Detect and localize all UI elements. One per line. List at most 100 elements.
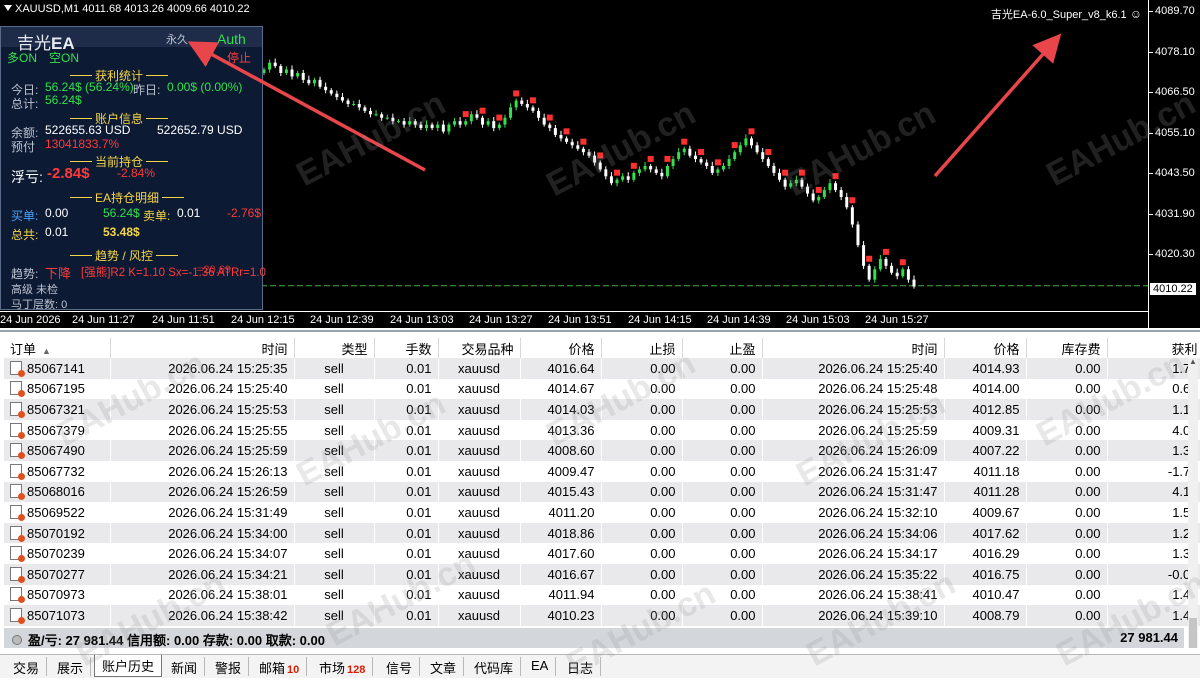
table-cell: 0.67 — [1107, 378, 1200, 400]
column-header[interactable]: 获利 — [1107, 338, 1200, 358]
tab-label: 市场 — [319, 661, 346, 676]
stop-button[interactable]: 停止 — [227, 49, 251, 66]
tab-8[interactable]: 文章 — [423, 657, 465, 676]
column-header[interactable]: 手数 — [374, 338, 439, 358]
price-chart[interactable]: XAUUSD,M1 4011.68 4013.26 4009.66 4010.2… — [0, 0, 1200, 328]
short-on-toggle[interactable]: 空ON — [49, 49, 79, 66]
table-cell: 0.00 — [1026, 605, 1108, 626]
table-row[interactable]: 85067490 2026.06.24 15:25:59 sell 0.01 xauus… — [4, 440, 1200, 461]
tab-6[interactable]: 市场 128 — [312, 657, 374, 676]
tab-0[interactable]: 交易 — [6, 657, 48, 676]
x-tick: 24 Jun 11:27 — [72, 314, 135, 326]
cell-value: 0.00 — [650, 484, 676, 500]
trend-label: 趋势: — [11, 267, 39, 281]
tab-9[interactable]: 代码库 — [467, 657, 522, 676]
tab-10[interactable]: EA — [524, 657, 557, 676]
candle-body — [486, 121, 490, 125]
candle-body — [268, 62, 272, 70]
table-row[interactable]: 85070239 2026.06.24 15:34:07 sell 0.01 xauus… — [4, 543, 1200, 564]
tab-3[interactable]: 新闻 — [164, 657, 206, 676]
table-cell: 2026.06.24 15:25:35 — [110, 358, 295, 379]
candle-body — [839, 190, 843, 197]
table-cell: 2026.06.24 15:25:53 — [762, 399, 945, 420]
cell-value: 0.00 — [1075, 401, 1101, 417]
cell-value: 2026.06.24 15:34:17 — [818, 546, 938, 562]
table-row[interactable]: 85070192 2026.06.24 15:34:00 sell 0.01 xauus… — [4, 522, 1200, 544]
tab-5[interactable]: 邮箱 10 — [252, 657, 308, 676]
tab-2[interactable]: 账户历史 — [94, 655, 163, 677]
table-cell: 4009.67 — [944, 502, 1027, 523]
candle-body — [296, 72, 300, 77]
column-header[interactable]: 时间 — [762, 338, 945, 358]
table-cell: 0.00 — [601, 440, 683, 461]
table-row[interactable]: 85068016 2026.06.24 15:26:59 sell 0.01 xauus… — [4, 481, 1200, 503]
cell-value: 2026.06.24 15:31:47 — [818, 484, 938, 500]
scroll-thumb[interactable] — [1189, 618, 1197, 648]
table-cell: 2026.06.24 15:32:10 — [762, 502, 945, 523]
candle-body — [475, 114, 479, 118]
table-cell: sell — [294, 563, 375, 585]
tab-11[interactable]: 日志 — [560, 657, 602, 676]
cell-value: 85067379 — [27, 422, 85, 438]
table-cell: 1.38 — [1107, 440, 1200, 461]
cell-value: 0.00 — [650, 463, 676, 479]
column-header[interactable]: 订单 ▲ — [4, 338, 111, 358]
tab-1[interactable]: 展示 — [50, 657, 92, 676]
tab-label: 文章 — [430, 661, 457, 676]
cell-value: 0.00 — [1075, 587, 1101, 603]
cell-value: 4016.29 — [972, 546, 1020, 562]
cell-value: 2026.06.24 15:34:00 — [168, 525, 288, 541]
table-cell: 0.00 — [601, 584, 683, 606]
tab-label: 展示 — [57, 661, 84, 676]
tab-label: EA — [531, 658, 549, 673]
table-row[interactable]: 85071073 2026.06.24 15:38:42 sell 0.01 xauus… — [4, 605, 1200, 626]
cell-value: 2026.06.24 15:26:13 — [168, 463, 288, 479]
table-cell: sell — [294, 543, 375, 564]
column-header[interactable]: 类型 — [294, 338, 375, 358]
cell-value: 2026.06.24 15:26:09 — [818, 443, 938, 459]
table-cell: 0.00 — [601, 522, 683, 544]
tab-count-badge: 128 — [347, 664, 366, 676]
smiley-icon[interactable]: ☺ — [1130, 7, 1142, 21]
candle-body — [850, 207, 854, 225]
tab-7[interactable]: 信号 — [379, 657, 421, 676]
column-header-label: 止盈 — [729, 341, 756, 357]
tab-4[interactable]: 警报 — [208, 657, 250, 676]
column-header[interactable]: 交易品种 — [438, 338, 521, 358]
table-cell: 1.24 — [1107, 522, 1200, 544]
column-header[interactable]: 止损 — [601, 338, 683, 358]
table-row[interactable]: 85067379 2026.06.24 15:25:55 sell 0.01 xauus… — [4, 419, 1200, 441]
history-table: 订单 ▲ 时间 类型 手数 交易品种 价格 止损 止盈 时间 价格 库存费 获利 85067141 202… — [4, 338, 1200, 626]
table-cell: 4016.29 — [944, 543, 1027, 564]
candle-body — [497, 124, 501, 129]
candle-body — [800, 179, 804, 187]
candle-body — [755, 145, 759, 153]
column-header[interactable]: 价格 — [944, 338, 1027, 358]
table-row[interactable]: 85067195 2026.06.24 15:25:40 sell 0.01 xauus… — [4, 378, 1200, 400]
column-header[interactable]: 价格 — [520, 338, 602, 358]
table-row[interactable]: 85070973 2026.06.24 15:38:01 sell 0.01 xauus… — [4, 584, 1200, 606]
table-row[interactable]: 85067732 2026.06.24 15:26:13 sell 0.01 xauus… — [4, 460, 1200, 482]
candle-body — [469, 114, 473, 122]
table-row[interactable]: 85070277 2026.06.24 15:34:21 sell 0.01 xauus… — [4, 563, 1200, 585]
cell-value: 2026.06.24 15:34:07 — [168, 546, 288, 562]
long-on-toggle[interactable]: 多ON — [7, 49, 37, 66]
column-header[interactable]: 止盈 — [682, 338, 763, 358]
table-row[interactable]: 85067141 2026.06.24 15:25:35 sell 0.01 xauus… — [4, 358, 1200, 379]
table-cell: 85070192 — [4, 522, 111, 544]
cell-value: 0.00 — [1075, 504, 1101, 520]
candle-body — [542, 117, 546, 125]
vertical-scrollbar[interactable]: ▲ — [1188, 358, 1198, 648]
table-row[interactable]: 85067321 2026.06.24 15:25:53 sell 0.01 xauus… — [4, 399, 1200, 420]
table-row[interactable]: 85069522 2026.06.24 15:31:49 sell 0.01 xauus… — [4, 502, 1200, 523]
table-cell: 2026.06.24 15:26:09 — [762, 440, 945, 461]
table-cell: 85070973 — [4, 584, 111, 606]
scroll-up-icon[interactable]: ▲ — [1189, 358, 1197, 366]
table-cell: 2026.06.24 15:31:47 — [762, 481, 945, 503]
column-header[interactable]: 时间 — [110, 338, 295, 358]
candle-body — [419, 124, 423, 129]
closed-order-icon — [10, 607, 25, 624]
cell-value: 0.00 — [650, 360, 676, 376]
dropdown-triangle-icon[interactable] — [4, 5, 12, 11]
column-header[interactable]: 库存费 — [1026, 338, 1108, 358]
